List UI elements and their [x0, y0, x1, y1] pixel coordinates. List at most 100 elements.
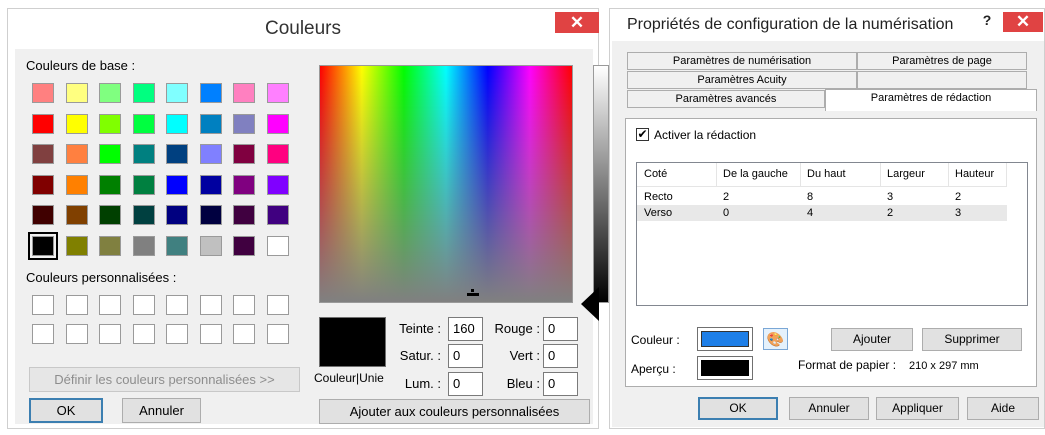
luminosity-arrow-icon[interactable] [581, 287, 599, 321]
basic-color-swatch[interactable] [132, 113, 155, 134]
add-button[interactable]: Ajouter [831, 328, 913, 351]
help-button[interactable]: Aide [967, 397, 1039, 420]
rouge-field[interactable]: 0 [543, 317, 578, 341]
basic-color-swatch[interactable] [233, 83, 255, 103]
ok-button[interactable]: OK [698, 397, 778, 420]
header-cote[interactable]: Coté [644, 168, 667, 180]
activate-redaction-checkbox[interactable]: ✔ [636, 128, 649, 141]
tab-parametres-redaction[interactable]: Paramètres de rédaction [825, 89, 1037, 111]
define-custom-colors-button[interactable]: Définir les couleurs personnalisées >> [29, 367, 300, 392]
basic-color-swatch[interactable] [28, 231, 58, 260]
basic-color-swatch[interactable] [65, 235, 88, 256]
basic-color-swatch[interactable] [32, 83, 54, 103]
tab-parametres-acuity[interactable]: Paramètres Acuity [627, 71, 857, 89]
basic-color-swatch[interactable] [233, 174, 255, 195]
basic-color-swatch[interactable] [65, 83, 88, 103]
table-row[interactable]: Recto 2 8 3 2 [637, 189, 1007, 205]
basic-color-swatch[interactable] [99, 235, 121, 256]
basic-color-swatch[interactable] [32, 113, 54, 134]
tab-parametres-numerisation[interactable]: Paramètres de numérisation [627, 52, 857, 70]
tab-parametres-page[interactable]: Paramètres de page [857, 52, 1027, 70]
luminosity-slider[interactable] [593, 65, 609, 303]
custom-color-swatch[interactable] [132, 295, 155, 315]
custom-color-swatch[interactable] [266, 324, 289, 344]
basic-color-swatch[interactable] [132, 83, 155, 103]
basic-color-swatch[interactable] [132, 235, 155, 256]
tab-parametres-avances[interactable]: Paramètres avancés [627, 90, 825, 108]
header-de-la-gauche[interactable]: De la gauche [723, 168, 788, 180]
custom-color-swatch[interactable] [166, 324, 188, 344]
vert-field[interactable]: 0 [543, 344, 578, 368]
basic-color-swatch[interactable] [266, 174, 289, 195]
cancel-button[interactable]: Annuler [122, 398, 201, 423]
teinte-field[interactable]: 160 [448, 317, 483, 341]
custom-color-swatch[interactable] [99, 295, 121, 315]
basic-color-swatch[interactable] [233, 205, 255, 225]
basic-color-swatch[interactable] [99, 113, 121, 134]
basic-color-swatch[interactable] [199, 174, 222, 195]
custom-color-swatch[interactable] [32, 295, 54, 315]
basic-color-swatch[interactable] [65, 144, 88, 164]
basic-color-swatch[interactable] [266, 144, 289, 164]
basic-color-swatch[interactable] [199, 205, 222, 225]
custom-color-swatch[interactable] [266, 295, 289, 315]
basic-color-swatch[interactable] [233, 144, 255, 164]
basic-color-swatch[interactable] [166, 144, 188, 164]
basic-color-swatch[interactable] [233, 235, 255, 256]
basic-color-swatch[interactable] [166, 113, 188, 134]
add-custom-color-button[interactable]: Ajouter aux couleurs personnalisées [319, 399, 590, 424]
apply-button[interactable]: Appliquer [876, 397, 959, 420]
basic-color-swatch[interactable] [132, 144, 155, 164]
help-title-button[interactable]: ? [972, 12, 1002, 32]
ok-button[interactable]: OK [29, 398, 103, 423]
basic-color-swatch[interactable] [132, 205, 155, 225]
bleu-field[interactable]: 0 [543, 372, 578, 396]
basic-color-swatch[interactable] [266, 113, 289, 134]
basic-color-swatch[interactable] [65, 174, 88, 195]
basic-color-swatch[interactable] [65, 205, 88, 225]
palette-button[interactable]: 🎨 [763, 328, 788, 350]
basic-color-swatch[interactable] [166, 83, 188, 103]
basic-color-swatch[interactable] [266, 205, 289, 225]
basic-color-swatch[interactable] [233, 113, 255, 134]
basic-color-swatch[interactable] [32, 205, 54, 225]
close-button[interactable]: ✕ [555, 12, 599, 33]
lum-field[interactable]: 0 [448, 372, 483, 396]
custom-color-swatch[interactable] [99, 324, 121, 344]
color-swatch-button[interactable] [697, 327, 753, 351]
basic-color-swatch[interactable] [166, 174, 188, 195]
basic-color-swatch[interactable] [199, 83, 222, 103]
basic-color-swatch[interactable] [99, 174, 121, 195]
basic-color-swatch[interactable] [199, 235, 222, 256]
basic-color-swatch[interactable] [99, 144, 121, 164]
custom-color-swatch[interactable] [32, 324, 54, 344]
basic-color-swatch[interactable] [132, 174, 155, 195]
basic-color-swatch[interactable] [199, 113, 222, 134]
custom-color-swatch[interactable] [199, 295, 222, 315]
custom-color-swatch[interactable] [233, 324, 255, 344]
basic-color-swatch[interactable] [99, 83, 121, 103]
custom-color-swatch[interactable] [199, 324, 222, 344]
basic-color-swatch[interactable] [32, 144, 54, 164]
basic-color-swatch[interactable] [166, 235, 188, 256]
basic-color-swatch[interactable] [99, 205, 121, 225]
color-spectrum[interactable] [319, 65, 573, 303]
custom-color-swatch[interactable] [65, 324, 88, 344]
basic-color-swatch[interactable] [65, 113, 88, 134]
close-button[interactable]: ✕ [1003, 12, 1043, 32]
basic-color-swatch[interactable] [266, 83, 289, 103]
basic-color-swatch[interactable] [199, 144, 222, 164]
basic-color-swatch[interactable] [32, 174, 54, 195]
header-largeur[interactable]: Largeur [887, 168, 925, 180]
satur-field[interactable]: 0 [448, 344, 483, 368]
basic-color-swatch[interactable] [166, 205, 188, 225]
delete-button[interactable]: Supprimer [922, 328, 1022, 351]
table-row[interactable]: Verso 0 4 2 3 [637, 205, 1007, 221]
header-du-haut[interactable]: Du haut [807, 168, 846, 180]
custom-color-swatch[interactable] [166, 295, 188, 315]
cancel-button[interactable]: Annuler [789, 397, 869, 420]
basic-color-swatch[interactable] [266, 235, 289, 256]
header-hauteur[interactable]: Hauteur [955, 168, 994, 180]
custom-color-swatch[interactable] [233, 295, 255, 315]
custom-color-swatch[interactable] [132, 324, 155, 344]
